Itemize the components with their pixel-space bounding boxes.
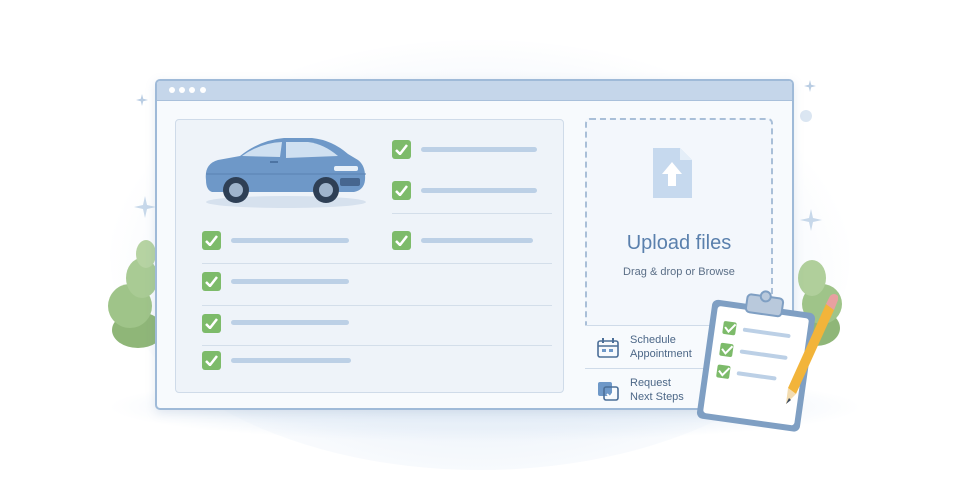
placeholder-line [421,188,537,193]
placeholder-line [231,358,351,363]
divider [202,345,552,346]
placeholder-line [421,147,537,152]
sparkle-icon [804,80,816,92]
sparkle-icon [136,94,148,106]
placeholder-line [231,320,349,325]
checkbox-checked-icon[interactable] [202,272,221,291]
divider [202,263,552,264]
sparkle-dot-decoration [800,110,812,122]
clipboard-checklist-icon [696,290,838,432]
divider [202,305,552,306]
checkbox-checked-icon[interactable] [392,181,411,200]
window-dot[interactable] [169,87,175,93]
checkbox-checked-icon[interactable] [202,351,221,370]
checkbox-checked-icon[interactable] [202,314,221,333]
calendar-icon [597,338,619,358]
placeholder-line [231,238,349,243]
window-dot[interactable] [179,87,185,93]
action-label-line2: Next Steps [630,391,684,403]
checkbox-checked-icon[interactable] [392,231,411,250]
placeholder-line [421,238,533,243]
divider [392,213,552,214]
file-upload-icon [653,148,692,198]
car-illustration [205,138,366,208]
sparkle-icon [800,209,822,231]
window-dot[interactable] [189,87,195,93]
checkbox-checked-icon[interactable] [392,140,411,159]
window-titlebar [157,81,792,101]
action-label-line1: Schedule [630,334,676,346]
checkbox-checked-icon[interactable] [202,231,221,250]
action-label-line1: Request [630,377,671,389]
action-label-line2: Appointment [630,348,692,360]
bush-left-decoration [108,240,162,348]
sparkle-icon [134,196,156,218]
upload-subtitle[interactable]: Drag & drop or Browse [587,266,771,278]
request-icon [598,382,619,401]
window-dot[interactable] [200,87,206,93]
checklist-panel [175,119,564,393]
placeholder-line [231,279,349,284]
upload-title: Upload files [626,232,732,254]
